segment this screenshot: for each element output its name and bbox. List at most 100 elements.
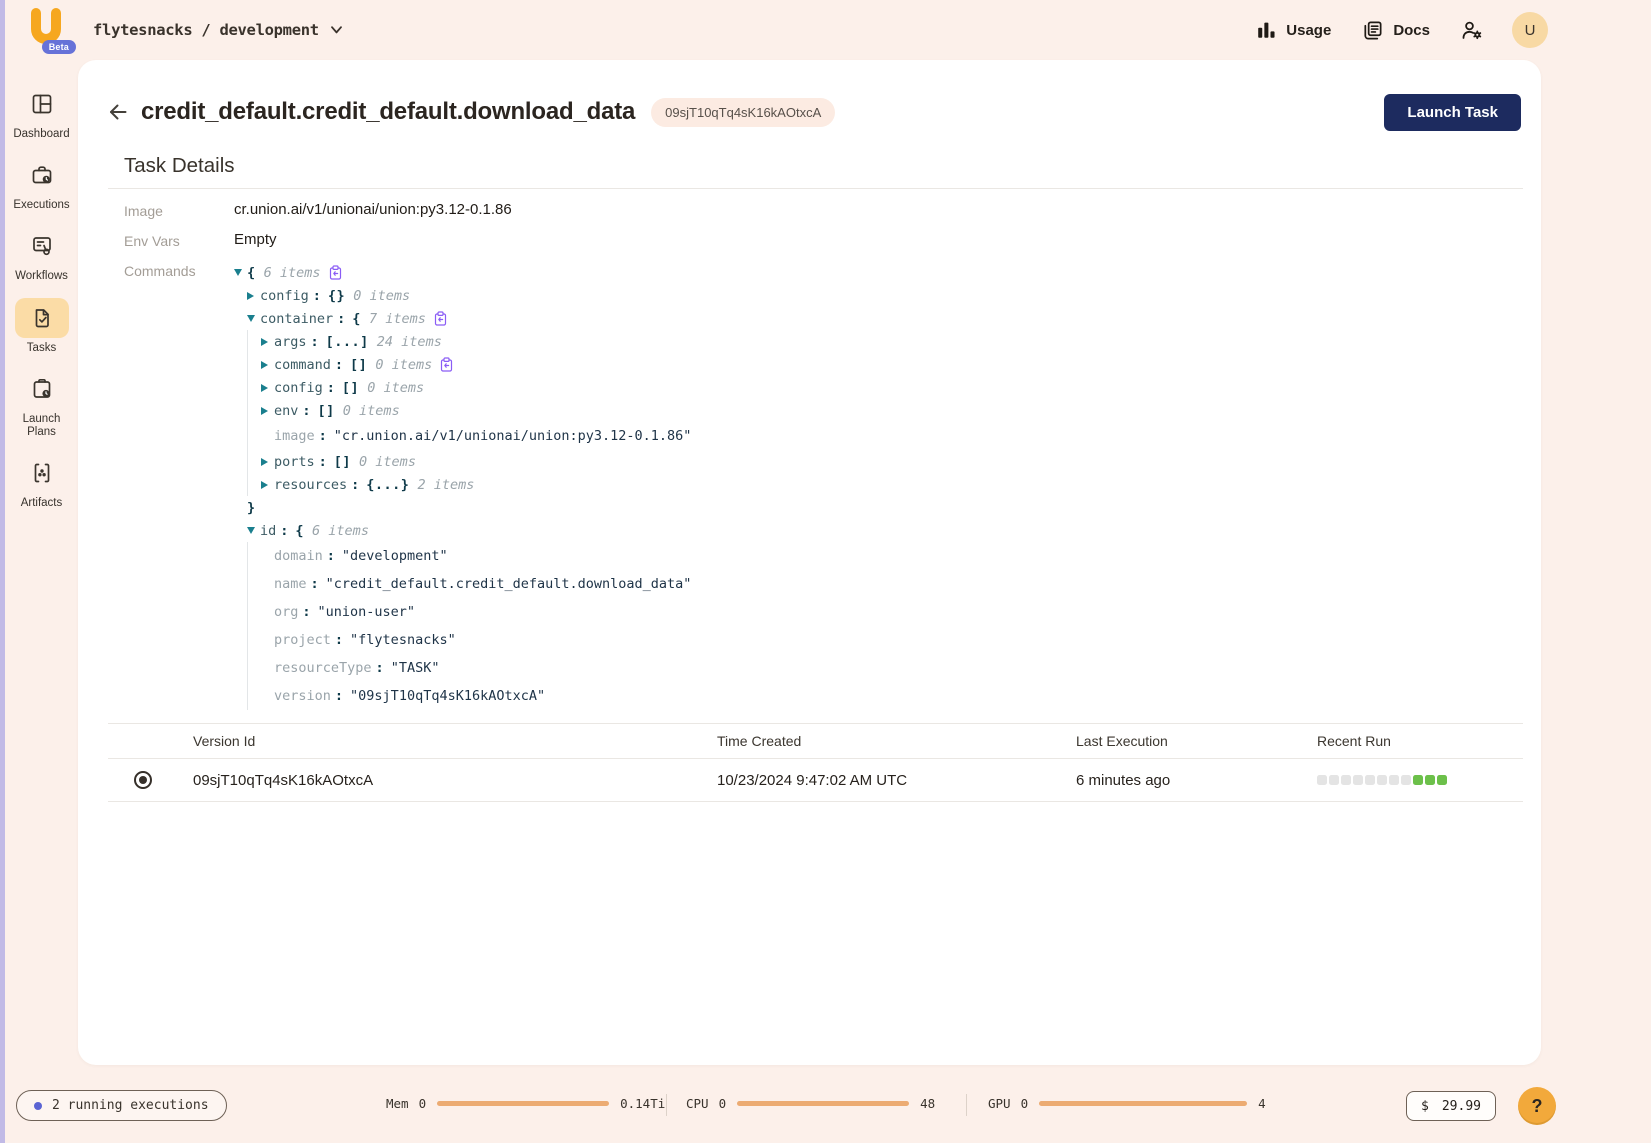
usage-label: Usage — [1286, 22, 1331, 39]
tree-key: domain — [274, 548, 323, 564]
status-bar: 2 running executions Mem00.14TiCPU048GPU… — [0, 1090, 1651, 1130]
gauge-current-value: 0 — [419, 1096, 427, 1111]
sidebar-item-executions[interactable]: Executions — [9, 155, 75, 212]
collapse-arrow-icon[interactable] — [247, 527, 260, 534]
copy-icon[interactable] — [434, 311, 447, 326]
launch-task-button[interactable]: Launch Task — [1384, 94, 1521, 131]
recent-run-square-gray[interactable] — [1317, 775, 1327, 785]
commands-label: Commands — [124, 261, 234, 279]
collapse-arrow-icon[interactable] — [234, 269, 247, 276]
recent-run-square-gray[interactable] — [1365, 775, 1375, 785]
expand-arrow-icon[interactable] — [261, 338, 274, 346]
expand-arrow-icon[interactable] — [261, 407, 274, 415]
gauge-separator — [966, 1094, 967, 1116]
project-domain-selector[interactable]: flytesnacks / development — [93, 21, 342, 39]
recent-run-square-gray[interactable] — [1401, 775, 1411, 785]
gauge-bar — [1039, 1101, 1247, 1106]
gauge-max-value: 0.14Ti — [620, 1096, 665, 1111]
tree-node-command: command:[]0 items — [247, 353, 1541, 376]
commands-json-tree: {6 itemsconfig:{}0 itemscontainer:{7 ite… — [234, 261, 1541, 713]
tree-bracket: [] — [334, 454, 351, 470]
back-button[interactable] — [105, 99, 131, 125]
cost-button[interactable]: $ 29.99 — [1406, 1091, 1496, 1121]
docs-link[interactable]: Docs — [1361, 19, 1430, 42]
tree-bracket: [] — [342, 380, 359, 396]
tree-bracket: [] — [318, 403, 335, 419]
main-panel: credit_default.credit_default.download_d… — [78, 60, 1541, 1065]
task-header: credit_default.credit_default.download_d… — [78, 60, 1541, 142]
version-radio[interactable] — [134, 771, 152, 789]
sidebar-item-label: Artifacts — [21, 497, 63, 510]
expand-arrow-icon[interactable] — [261, 481, 274, 489]
user-settings-button[interactable] — [1460, 18, 1484, 42]
gauge-max-value: 48 — [920, 1096, 935, 1111]
commands-row: Commands {6 itemsconfig:{}0 itemscontain… — [124, 261, 1541, 713]
expand-arrow-icon[interactable] — [261, 384, 274, 392]
gauge-bar — [437, 1101, 609, 1106]
sidebar-item-artifacts[interactable]: Artifacts — [9, 453, 75, 510]
recent-run-square-green[interactable] — [1413, 775, 1423, 785]
tree-key: org — [274, 604, 298, 620]
running-executions-pill[interactable]: 2 running executions — [16, 1090, 227, 1121]
breadcrumb: flytesnacks / development — [93, 21, 319, 39]
tree-node-id: id:{6 items — [247, 519, 1541, 542]
tree-key: args — [274, 334, 307, 350]
sidebar-item-launch-plans[interactable]: Launch Plans — [9, 369, 75, 439]
collapse-arrow-icon[interactable] — [247, 315, 260, 322]
cost-amount: 29.99 — [1442, 1099, 1481, 1114]
tree-key: config — [260, 288, 309, 304]
expand-arrow-icon[interactable] — [261, 458, 274, 466]
tree-item-count: 6 items — [312, 523, 369, 539]
tree-close-brace: } — [247, 710, 1541, 713]
avatar[interactable]: U — [1512, 12, 1548, 48]
recent-run-square-gray[interactable] — [1341, 775, 1351, 785]
dashboard-icon — [30, 92, 54, 116]
sidebar-item-workflows[interactable]: Workflows — [9, 226, 75, 283]
recent-run-square-gray[interactable] — [1353, 775, 1363, 785]
union-logo[interactable]: Beta — [24, 7, 68, 53]
tree-node-resourceType: resourceType:"TASK" — [247, 654, 1541, 682]
image-value: cr.union.ai/v1/unionai/union:py3.12-0.1.… — [234, 201, 512, 218]
tree-value: "union-user" — [318, 604, 416, 620]
tree-bracket: [...] — [326, 334, 369, 350]
version-id-cell: 09sjT10qTq4sK16kAOtxcA — [193, 772, 717, 789]
recent-run-square-gray[interactable] — [1377, 775, 1387, 785]
table-header-row: Version IdTime CreatedLast ExecutionRece… — [78, 724, 1541, 758]
workflows-icon — [30, 234, 54, 258]
tree-key: resources — [274, 477, 347, 493]
usage-chart-icon — [1255, 19, 1277, 41]
tree-item-count: 0 items — [367, 380, 424, 396]
expand-arrow-icon[interactable] — [261, 361, 274, 369]
tree-value: "TASK" — [391, 660, 440, 676]
tree-bracket: { — [352, 311, 361, 327]
tree-root-node: {6 items — [234, 261, 1541, 284]
sidebar-nav: Dashboard Executions Workflows Tasks Launch … — [5, 60, 78, 511]
last-execution-cell: 6 minutes ago — [1076, 772, 1317, 789]
sidebar-item-label: Executions — [13, 199, 69, 212]
help-button[interactable]: ? — [1518, 1087, 1556, 1125]
column-header-version-id: Version Id — [193, 733, 717, 749]
tree-node-project: project:"flytesnacks" — [247, 626, 1541, 654]
tree-node-config: config:{}0 items — [247, 284, 1541, 307]
recent-run-square-green[interactable] — [1425, 775, 1435, 785]
docs-label: Docs — [1393, 22, 1430, 39]
sidebar-item-tasks[interactable]: Tasks — [9, 298, 75, 355]
env-vars-value: Empty — [234, 231, 277, 248]
tree-indent-guide — [247, 542, 261, 570]
copy-icon[interactable] — [440, 357, 453, 372]
recent-run-square-gray[interactable] — [1329, 775, 1339, 785]
tree-value: "credit_default.credit_default.download_… — [326, 576, 692, 592]
copy-icon[interactable] — [329, 265, 342, 280]
tree-key: config — [274, 380, 323, 396]
usage-link[interactable]: Usage — [1255, 19, 1331, 41]
expand-arrow-icon[interactable] — [247, 292, 260, 300]
sidebar-item-dashboard[interactable]: Dashboard — [9, 84, 75, 141]
recent-run-square-gray[interactable] — [1389, 775, 1399, 785]
gauge-label: GPU — [988, 1096, 1011, 1111]
topbar-actions: Usage Docs — [1255, 12, 1651, 48]
currency-symbol: $ — [1421, 1099, 1429, 1114]
tree-key: container — [260, 311, 333, 327]
tree-indent-guide — [247, 598, 261, 626]
gauge-bar — [737, 1101, 909, 1106]
recent-run-square-green[interactable] — [1437, 775, 1447, 785]
